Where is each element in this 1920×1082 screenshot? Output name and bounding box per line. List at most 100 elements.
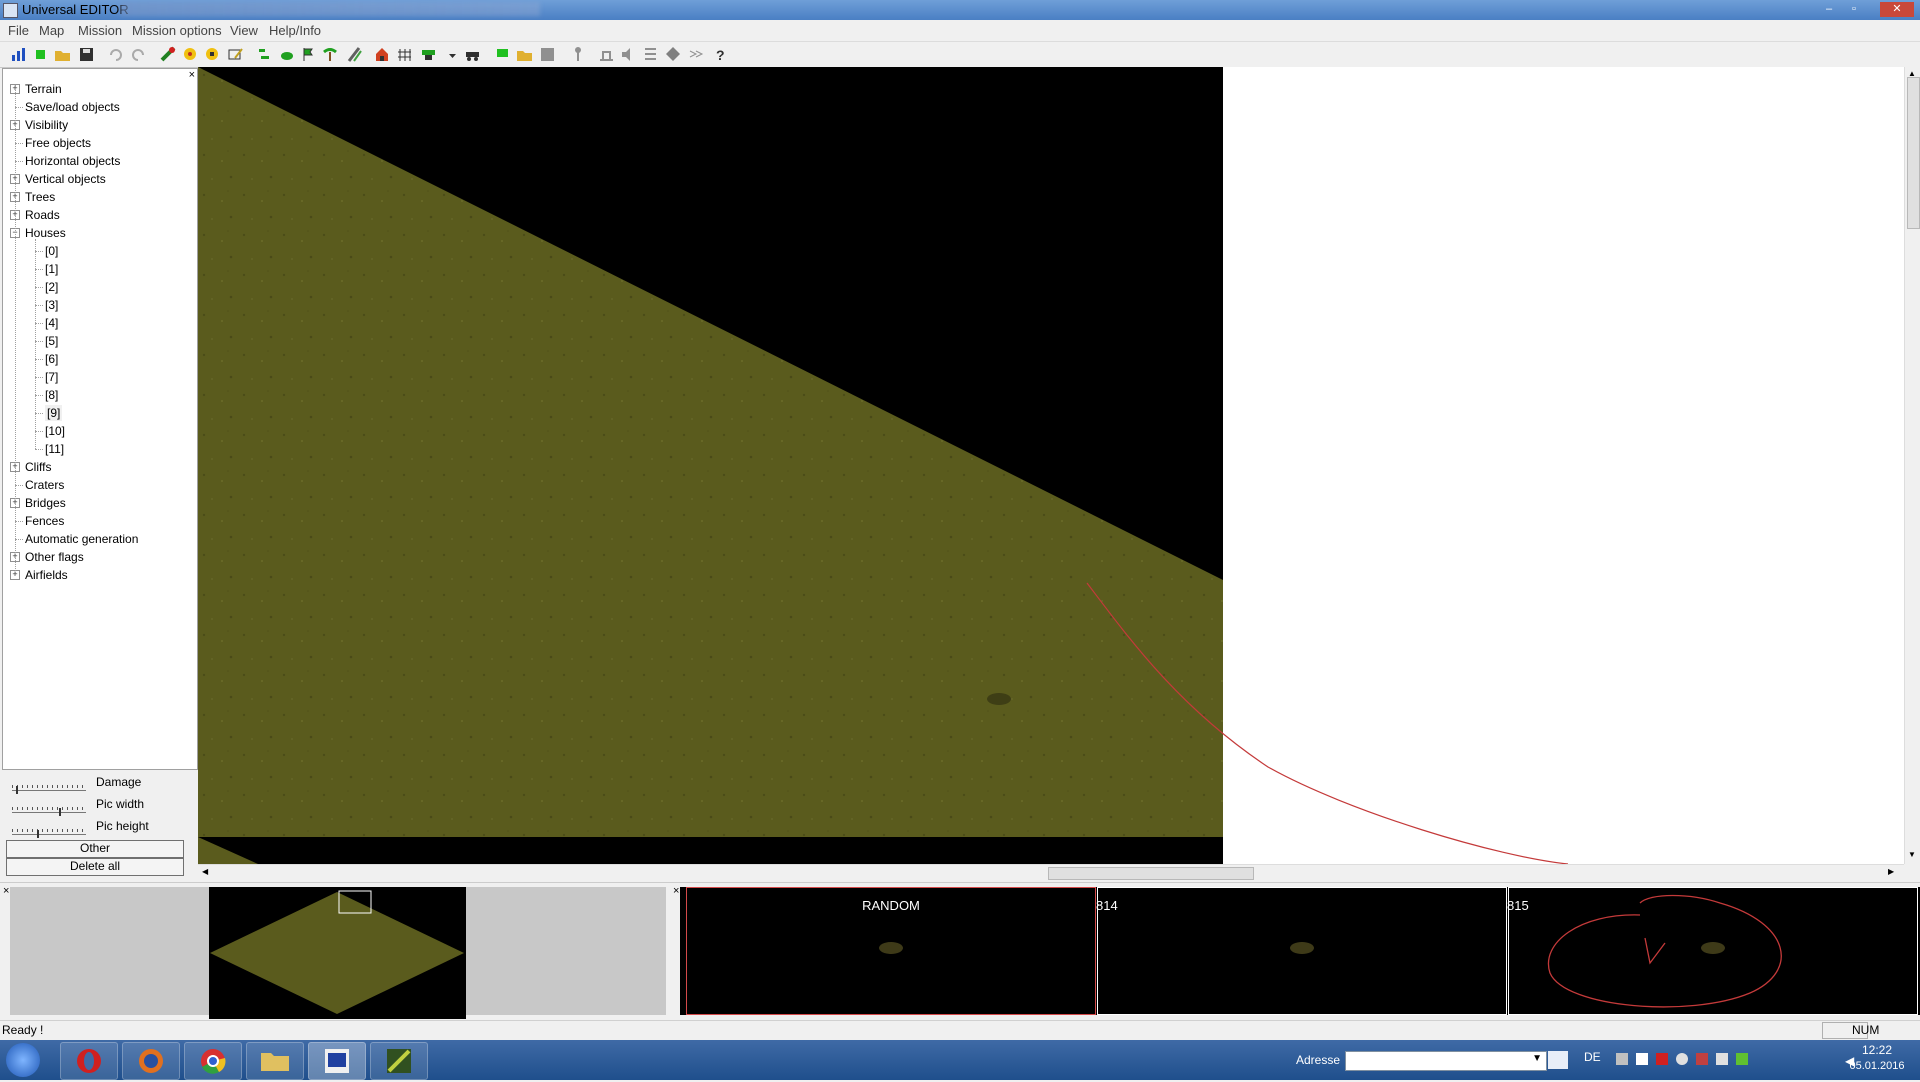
house-object-marker[interactable] [987, 693, 1011, 705]
tree-item-fences[interactable]: Fences [25, 513, 64, 529]
tray-icon-3[interactable] [1656, 1053, 1668, 1065]
tree-item-house-11[interactable]: [2] [45, 279, 58, 295]
pic-width-slider[interactable] [12, 802, 86, 816]
bush-icon[interactable] [278, 46, 295, 63]
tree-item-house-13[interactable]: [4] [45, 315, 58, 331]
new-file-icon[interactable] [32, 46, 49, 63]
tree-item-house-15[interactable]: [6] [45, 351, 58, 367]
scroll-right-icon[interactable]: ▶ [1888, 867, 1894, 876]
clock-time[interactable]: 12:22 [1854, 1043, 1900, 1057]
tree-item-house-20[interactable]: [11] [45, 441, 64, 457]
redo-icon[interactable] [130, 46, 147, 63]
close-minimap-button[interactable]: × [3, 885, 9, 897]
tree-item-terrain[interactable]: Terrain [25, 81, 62, 97]
close-tree-panel-button[interactable]: × [189, 69, 195, 81]
thumbnail-814[interactable]: 814 [1096, 887, 1507, 1015]
tray-icon-7[interactable] [1736, 1053, 1748, 1065]
close-window-button[interactable]: ✕ [1880, 2, 1914, 17]
firefox-icon[interactable] [122, 1042, 180, 1080]
menu-mission-options[interactable]: Mission options [132, 23, 222, 38]
tree-item-house-19[interactable]: [10] [45, 423, 65, 439]
chrome-icon[interactable] [184, 1042, 242, 1080]
vehicle-icon[interactable] [464, 46, 481, 63]
delete-all-button[interactable]: Delete all [6, 858, 184, 876]
tree-item-free-objects[interactable]: Free objects [25, 135, 91, 151]
editor-app-icon[interactable] [308, 1042, 366, 1080]
close-thumbnails-button[interactable]: × [673, 885, 679, 897]
scroll-down-icon[interactable]: ▼ [1908, 850, 1916, 859]
start-button[interactable] [6, 1043, 40, 1077]
tree-item-save-load-objects[interactable]: Save/load objects [25, 99, 120, 115]
scroll-left-icon[interactable]: ◀ [202, 867, 208, 876]
tree-item-house-16[interactable]: [7] [45, 369, 58, 385]
pin-icon[interactable] [570, 46, 587, 63]
open-mission-icon[interactable] [516, 46, 533, 63]
minimize-button[interactable]: – [1818, 2, 1840, 17]
other-button[interactable]: Other [6, 840, 184, 858]
flag-icon[interactable] [300, 46, 317, 63]
sound-icon[interactable] [620, 46, 637, 63]
tree-item-craters[interactable]: Craters [25, 477, 64, 493]
menu-map[interactable]: Map [39, 23, 64, 38]
tree-item-vertical-objects[interactable]: Vertical objects [25, 171, 106, 187]
explorer-icon[interactable] [246, 1042, 304, 1080]
pic-width-slider-thumb[interactable] [59, 808, 61, 816]
star-icon[interactable] [182, 46, 199, 63]
palm-icon[interactable] [322, 46, 339, 63]
tray-icon-1[interactable] [1616, 1053, 1628, 1065]
address-dropdown-icon[interactable]: ▼ [1532, 1053, 1542, 1064]
script-icon[interactable] [642, 46, 659, 63]
thumbnail-random[interactable]: RANDOM [686, 887, 1096, 1015]
address-input[interactable]: ▼ [1345, 1051, 1547, 1071]
tree-item-other-flags[interactable]: Other flags [25, 549, 84, 565]
tree-item-horizontal-objects[interactable]: Horizontal objects [25, 153, 120, 169]
address-go-icon[interactable] [1548, 1051, 1568, 1069]
tray-icon-6[interactable] [1716, 1053, 1728, 1065]
tree-item-trees[interactable]: Trees [25, 189, 55, 205]
horizontal-scrollbar[interactable]: ◀ ▶ [198, 864, 1904, 881]
open-folder-icon[interactable] [54, 46, 71, 63]
stamp-icon[interactable] [204, 46, 221, 63]
menu-view[interactable]: View [230, 23, 258, 38]
road-icon[interactable] [346, 46, 363, 63]
tree-item-bridges[interactable]: Bridges [25, 495, 66, 511]
terrain-brush-icon[interactable] [160, 46, 177, 63]
map-view[interactable] [198, 67, 1904, 864]
tree-item-house-9[interactable]: [0] [45, 243, 58, 259]
diamond-icon[interactable] [665, 46, 682, 63]
damage-slider-thumb[interactable] [16, 786, 18, 794]
clock-date[interactable]: 05.01.2016 [1838, 1060, 1916, 1072]
tree-item-airfields[interactable]: Airfields [25, 567, 68, 583]
opera-icon[interactable] [60, 1042, 118, 1080]
tree-item-house-12[interactable]: [3] [45, 297, 58, 313]
chart-icon[interactable] [10, 46, 27, 63]
minimap[interactable] [209, 887, 466, 1019]
tray-icon-4[interactable] [1676, 1053, 1688, 1065]
green-flag-icon[interactable] [494, 46, 511, 63]
waves-icon[interactable] [688, 46, 705, 63]
bridge-icon[interactable] [420, 46, 437, 63]
pic-height-slider[interactable] [12, 824, 86, 838]
damage-slider[interactable] [12, 780, 86, 794]
fence-icon[interactable] [396, 46, 413, 63]
tree-item-roads[interactable]: Roads [25, 207, 60, 223]
help-icon[interactable]: ? [712, 46, 729, 63]
house-icon[interactable] [374, 46, 391, 63]
undo-icon[interactable] [107, 46, 124, 63]
game-icon[interactable] [370, 1042, 428, 1080]
menu-help-info[interactable]: Help/Info [269, 23, 321, 38]
language-indicator[interactable]: DE [1584, 1050, 1601, 1064]
system-tray-icons[interactable] [1616, 1053, 1748, 1067]
tree-item-houses[interactable]: Houses [25, 225, 66, 241]
tree-item-house-14[interactable]: [5] [45, 333, 58, 349]
horizontal-scroll-thumb[interactable] [1048, 867, 1254, 880]
chevron-down-icon[interactable] [444, 46, 461, 63]
tree-item-visibility[interactable]: Visibility [25, 117, 68, 133]
unit-icon[interactable] [598, 46, 615, 63]
tree-tool-icon[interactable] [256, 46, 273, 63]
save-mission-icon[interactable] [539, 46, 556, 63]
menu-mission[interactable]: Mission [78, 23, 122, 38]
vertical-scroll-thumb[interactable] [1907, 77, 1920, 229]
maximize-button[interactable]: ▫ [1843, 2, 1865, 17]
tray-icon-5[interactable] [1696, 1053, 1708, 1065]
